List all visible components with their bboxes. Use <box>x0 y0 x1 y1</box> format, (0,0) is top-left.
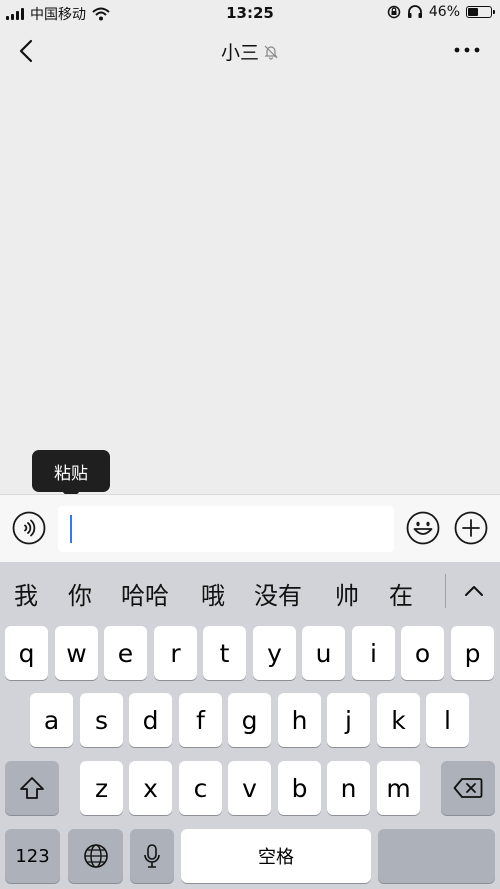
key-c[interactable]: c <box>179 761 222 815</box>
input-bar <box>0 494 500 562</box>
key-x[interactable]: x <box>129 761 172 815</box>
key-q[interactable]: q <box>5 626 48 680</box>
key-g[interactable]: g <box>228 693 271 747</box>
globe-icon <box>83 844 108 868</box>
battery-fill <box>468 8 479 16</box>
key-k[interactable]: k <box>377 693 420 747</box>
dictation-key[interactable] <box>130 829 174 883</box>
chevron-left-icon[interactable] <box>14 38 40 64</box>
battery-icon <box>466 6 495 18</box>
key-l[interactable]: l <box>426 693 469 747</box>
candidate-word[interactable]: 没有 <box>254 576 302 611</box>
candidate-divider <box>445 574 446 608</box>
key-e[interactable]: e <box>104 626 147 680</box>
status-left: 中国移动 <box>6 4 110 24</box>
shift-icon <box>20 777 44 799</box>
candidate-word[interactable]: 帅 <box>335 576 359 611</box>
key-w[interactable]: w <box>55 626 98 680</box>
numbers-key[interactable]: 123 <box>5 829 60 883</box>
key-o[interactable]: o <box>401 626 444 680</box>
key-z[interactable]: z <box>80 761 123 815</box>
keyboard: 我 你 哈哈 哦 没有 帅 在 q w e r t y u i o p a s … <box>0 562 500 889</box>
candidate-word[interactable]: 哦 <box>201 576 225 611</box>
delete-key[interactable] <box>441 761 495 815</box>
key-j[interactable]: j <box>327 693 370 747</box>
candidate-bar: 我 你 哈哈 哦 没有 帅 在 <box>0 562 500 620</box>
more-icon[interactable] <box>452 40 482 60</box>
key-i[interactable]: i <box>352 626 395 680</box>
chevron-up-icon[interactable] <box>459 576 489 606</box>
key-t[interactable]: t <box>203 626 246 680</box>
status-bar: 中国移动 13:25 46% <box>0 0 500 26</box>
signal-icon <box>6 8 24 20</box>
message-input[interactable] <box>58 506 394 552</box>
chat-message-area[interactable] <box>0 76 500 494</box>
contact-name: 小三 <box>220 42 259 64</box>
space-key[interactable]: 空格 <box>181 829 371 883</box>
candidate-word[interactable]: 我 <box>14 576 38 611</box>
shift-key[interactable] <box>5 761 59 815</box>
paste-menu-button[interactable]: 粘贴 <box>32 450 110 501</box>
key-h[interactable]: h <box>278 693 321 747</box>
backspace-icon <box>453 778 483 798</box>
candidate-word[interactable]: 在 <box>389 576 413 611</box>
key-n[interactable]: n <box>327 761 370 815</box>
key-p[interactable]: p <box>451 626 494 680</box>
battery-percent: 46% <box>428 4 460 20</box>
key-y[interactable]: y <box>253 626 296 680</box>
key-r[interactable]: r <box>154 626 197 680</box>
key-s[interactable]: s <box>80 693 123 747</box>
orientation-lock-icon <box>387 5 401 19</box>
key-d[interactable]: d <box>129 693 172 747</box>
key-u[interactable]: u <box>302 626 345 680</box>
wifi-icon <box>92 7 110 21</box>
carrier-name: 中国移动 <box>30 7 86 23</box>
chat-title: 小三 <box>0 38 500 65</box>
globe-key[interactable] <box>68 829 123 883</box>
emoji-icon[interactable] <box>406 511 440 545</box>
bell-slash-icon <box>264 45 278 60</box>
plus-icon[interactable] <box>454 511 488 545</box>
key-v[interactable]: v <box>228 761 271 815</box>
text-caret <box>70 515 72 543</box>
nav-bar: 小三 <box>0 26 500 76</box>
status-right: 46% <box>387 4 495 20</box>
candidate-word[interactable]: 哈哈 <box>121 576 169 611</box>
key-f[interactable]: f <box>179 693 222 747</box>
key-m[interactable]: m <box>377 761 420 815</box>
key-b[interactable]: b <box>278 761 321 815</box>
voice-icon[interactable] <box>12 511 46 545</box>
key-a[interactable]: a <box>30 693 73 747</box>
microphone-icon <box>144 844 160 868</box>
headphones-icon <box>407 5 422 18</box>
return-key[interactable] <box>378 829 495 883</box>
candidate-word[interactable]: 你 <box>68 576 92 611</box>
